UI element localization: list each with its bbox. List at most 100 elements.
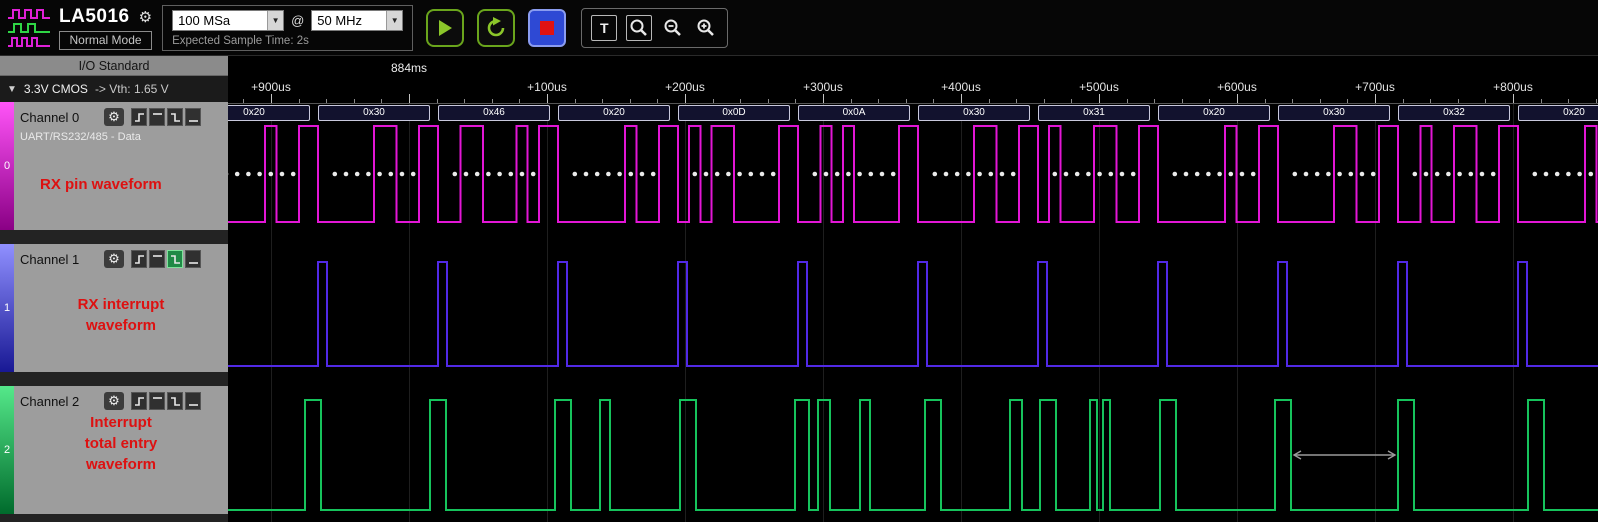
channel2-color-strip[interactable]: 2	[0, 386, 14, 514]
tick-mark	[1292, 99, 1293, 103]
loop-icon	[484, 16, 508, 40]
tick-mark	[795, 99, 796, 103]
io-standard-header: I/O Standard	[0, 56, 228, 76]
tick-mark	[1182, 99, 1183, 103]
channel0-waveform[interactable]	[228, 102, 1598, 230]
falling-edge-icon	[170, 396, 181, 407]
high-level-icon	[152, 396, 163, 407]
channel0-panel: 0 Channel 0 ⚙ UART/RS232/485 - Data	[0, 102, 228, 230]
timeline-tick-label: +600us	[1217, 80, 1257, 94]
channel1-trigger-falling-button[interactable]	[167, 250, 183, 268]
timeline-tick-label: +800us	[1493, 80, 1533, 94]
tick-mark	[1044, 99, 1045, 103]
tick-mark	[961, 94, 962, 103]
channel1-trigger-high-button[interactable]	[149, 250, 165, 268]
channel1-settings-gear-icon[interactable]: ⚙	[104, 250, 124, 268]
timeline-major-label: 884ms	[391, 61, 427, 75]
tick-mark	[602, 99, 603, 103]
sample-depth-select[interactable]: 100 MSa ▼	[172, 10, 284, 31]
toolbar: LA5016 ⚙ Normal Mode 100 MSa ▼ @ 50 MHz …	[0, 0, 1598, 56]
timeline-ruler[interactable]: 884ms +900us+100us+200us+300us+400us+500…	[228, 56, 1598, 104]
channel2-panel: 2 Channel 2 ⚙ Interrupt total entry wave	[0, 386, 228, 514]
channel2-trigger-high-button[interactable]	[149, 392, 165, 410]
channel0-trigger-high-button[interactable]	[149, 108, 165, 126]
tick-mark	[1099, 94, 1100, 103]
channel2-trigger-falling-button[interactable]	[167, 392, 183, 410]
collapse-arrow-icon[interactable]: ▼	[7, 84, 17, 95]
sampling-settings-group: 100 MSa ▼ @ 50 MHz ▼ Expected Sample Tim…	[162, 5, 413, 51]
tick-mark	[1209, 99, 1210, 103]
channel2-name[interactable]: Channel 2	[20, 394, 100, 409]
trigger-cursor-button[interactable]: T	[591, 15, 617, 41]
timeline-tick-label: +200us	[665, 80, 705, 94]
channel0-settings-gear-icon[interactable]: ⚙	[104, 108, 124, 126]
zoom-out-icon	[663, 18, 683, 38]
tick-mark	[1485, 99, 1486, 103]
stop-icon	[540, 21, 554, 35]
io-standard-setting[interactable]: ▼ 3.3V CMOS -> Vth: 1.65 V	[0, 76, 228, 102]
timeline-tick-label: +100us	[527, 80, 567, 94]
channel2-trigger-group	[131, 392, 201, 410]
timeline-tick-label: +400us	[941, 80, 981, 94]
device-settings-gear-icon[interactable]: ⚙	[139, 8, 152, 26]
tick-mark	[1016, 99, 1017, 103]
channel0-trigger-rising-button[interactable]	[131, 108, 147, 126]
low-level-icon	[188, 396, 199, 407]
channel-divider	[0, 230, 228, 244]
tick-mark	[1568, 99, 1569, 103]
tick-mark	[381, 99, 382, 103]
channel1-trigger-low-button[interactable]	[185, 250, 201, 268]
channel2-settings-gear-icon[interactable]: ⚙	[104, 392, 124, 410]
channel0-trigger-falling-button[interactable]	[167, 108, 183, 126]
tick-mark	[851, 99, 852, 103]
low-level-icon	[188, 254, 199, 265]
tick-mark	[906, 99, 907, 103]
main-area: I/O Standard ▼ 3.3V CMOS -> Vth: 1.65 V …	[0, 56, 1598, 522]
start-capture-button[interactable]	[426, 9, 464, 47]
tick-mark	[354, 99, 355, 103]
channel1-waveform[interactable]	[228, 244, 1598, 372]
dropdown-arrow-icon[interactable]: ▼	[267, 11, 283, 30]
tick-mark	[878, 99, 879, 103]
timeline-tick-label: +300us	[803, 80, 843, 94]
sample-rate-select[interactable]: 50 MHz ▼	[311, 10, 403, 31]
zoom-tools-group: T	[581, 8, 728, 48]
tick-mark	[1375, 94, 1376, 103]
at-symbol: @	[291, 13, 304, 28]
tick-mark	[437, 99, 438, 103]
channel0-annotation: RX pin waveform	[40, 174, 162, 195]
channel2-trigger-rising-button[interactable]	[131, 392, 147, 410]
tick-mark	[768, 99, 769, 103]
tick-mark	[299, 99, 300, 103]
zoom-in-button[interactable]	[694, 15, 718, 41]
tick-mark	[326, 99, 327, 103]
channel1-color-strip[interactable]: 1	[0, 244, 14, 372]
dropdown-arrow-icon[interactable]: ▼	[386, 11, 402, 30]
tick-mark	[989, 99, 990, 103]
tick-mark	[519, 99, 520, 103]
tick-mark	[1541, 99, 1542, 103]
timeline-tick-label: +500us	[1079, 80, 1119, 94]
channel1-name[interactable]: Channel 1	[20, 252, 100, 267]
magnifier-icon	[629, 18, 649, 38]
channel0-color-strip[interactable]: 0	[0, 102, 14, 230]
zoom-out-button[interactable]	[661, 15, 685, 41]
tick-mark	[1320, 99, 1321, 103]
channel0-trigger-low-button[interactable]	[185, 108, 201, 126]
tick-mark	[1403, 99, 1404, 103]
channel2-trigger-low-button[interactable]	[185, 392, 201, 410]
channel0-name[interactable]: Channel 0	[20, 110, 100, 125]
tick-mark	[823, 94, 824, 103]
repeat-capture-button[interactable]	[477, 9, 515, 47]
channel2-waveform[interactable]	[228, 386, 1598, 514]
tick-mark	[1237, 94, 1238, 103]
device-name: LA5016	[59, 6, 130, 28]
channel1-trigger-rising-button[interactable]	[131, 250, 147, 268]
waveform-area[interactable]: 884ms +900us+100us+200us+300us+400us+500…	[228, 56, 1598, 522]
channel0-trigger-group	[131, 108, 201, 126]
stop-capture-button[interactable]	[528, 9, 566, 47]
zoom-select-button[interactable]	[626, 15, 652, 41]
channel-divider	[0, 514, 228, 522]
mode-label: Normal Mode	[59, 31, 152, 50]
tick-mark	[409, 94, 410, 103]
